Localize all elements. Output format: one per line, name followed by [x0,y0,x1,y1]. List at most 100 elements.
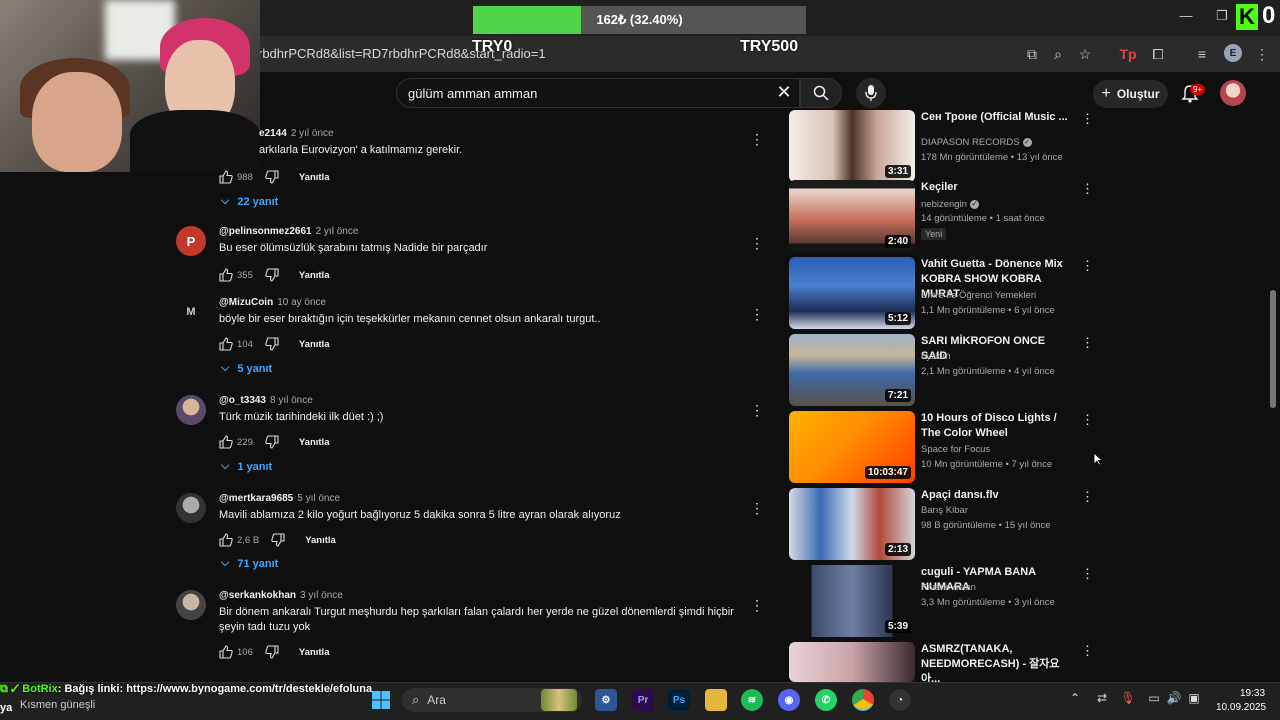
install-app-icon[interactable]: ⧉ [1022,44,1042,64]
microphone-tray-icon[interactable]: 🎙 [1120,691,1136,705]
clock-time[interactable]: 19:33 [1240,688,1265,699]
comment-menu-icon[interactable]: ⋮ [750,132,764,146]
media-control-icon[interactable]: ≡ [1192,44,1212,64]
view-replies-button[interactable]: ⌵ 1 yanıt [221,460,272,473]
extension-tp-icon[interactable]: Tp [1118,44,1138,64]
comment-menu-icon[interactable]: ⋮ [750,403,764,417]
video-thumbnail[interactable]: 3:31 [789,110,915,182]
video-title[interactable]: Apaçi dansı.flv [921,488,1071,503]
channel-name[interactable]: nebizengin [921,199,967,210]
account-avatar[interactable] [1220,80,1246,106]
like-icon[interactable] [219,170,233,184]
video-title[interactable]: 10 Hours of Disco Lights / The Color Whe… [921,411,1071,441]
dislike-icon[interactable] [265,170,279,184]
search-highlight-icon[interactable] [541,689,577,711]
comment-menu-icon[interactable]: ⋮ [750,598,764,612]
voice-search-button[interactable] [856,78,886,108]
battery-icon[interactable]: ▣ [1186,691,1202,705]
channel-name[interactable]: Emre İle Öğrenci Yemekleri [921,290,1036,301]
video-title[interactable]: Keçiler [921,180,1071,195]
zoom-icon[interactable]: ⌕ [1048,44,1068,64]
related-video[interactable]: 2:40 Keçiler nebizengin ✓ 14 görüntüleme … [789,180,1094,252]
chrome-icon[interactable] [852,689,874,711]
file-explorer-icon[interactable] [705,689,727,711]
dislike-icon[interactable] [265,645,279,659]
video-thumbnail[interactable]: 2:40 [789,180,915,252]
tray-app-icon[interactable]: ⇄ [1094,691,1110,705]
view-replies-button[interactable]: ⌵ 5 yanıt [221,362,272,375]
video-thumbnail[interactable]: 7:21 [789,334,915,406]
maximize-icon[interactable]: ❐ [1212,8,1232,24]
comment-menu-icon[interactable]: ⋮ [750,307,764,321]
bookmark-star-icon[interactable]: ☆ [1075,44,1095,64]
volume-icon[interactable]: 🔊 [1166,691,1182,705]
video-menu-icon[interactable]: ⋮ [1081,112,1094,125]
commenter-avatar[interactable]: M [176,297,206,327]
reply-button[interactable]: Yanıtla [299,437,330,448]
dislike-icon[interactable] [265,268,279,282]
related-video[interactable]: 5:12 Vahit Guetta - Dönence Mix KOBRA SH… [789,257,1094,329]
related-video[interactable]: 3:31 Сен Троне (Official Music ... DIAPA… [789,110,1094,182]
related-video[interactable]: 10:03:47 10 Hours of Disco Lights / The … [789,411,1094,483]
photoshop-icon[interactable]: Ps [668,689,690,711]
tray-expand-icon[interactable]: ⌃ [1067,691,1083,705]
commenter-avatar[interactable] [176,395,206,425]
premiere-pro-icon[interactable]: Pr [632,689,654,711]
windows-start-icon[interactable] [371,690,391,710]
comment-author[interactable]: @o_t3343 [219,395,266,406]
like-icon[interactable] [219,337,233,351]
like-icon[interactable] [219,533,233,547]
reply-button[interactable]: Yanıtla [299,172,330,183]
dislike-icon[interactable] [265,337,279,351]
related-video[interactable]: 7:21 SARI MİKROFON ONCE SAID byzkim 2,1 … [789,334,1094,406]
related-video[interactable]: 2:13 Apaçi dansı.flv Barış Kibar 98 B gö… [789,488,1094,560]
related-video[interactable]: ASMRZ(TANAKA, NEEDMORECASH) - 잘자요 아... ⋮ [789,642,1089,682]
create-button[interactable]: + Oluştur [1093,80,1168,108]
comment-author[interactable]: @serkankokhan [219,590,296,601]
like-icon[interactable] [219,435,233,449]
video-thumbnail[interactable]: 5:39 [789,565,915,637]
comment-author[interactable]: @mertkara9685 [219,493,293,504]
video-menu-icon[interactable]: ⋮ [1081,413,1094,426]
commenter-avatar[interactable] [176,590,206,620]
search-query[interactable]: gülüm amman amman [408,86,537,101]
video-thumbnail[interactable]: 10:03:47 [789,411,915,483]
extensions-puzzle-icon[interactable]: ⧠ [1148,44,1168,64]
reply-button[interactable]: Yanıtla [299,647,330,658]
channel-name[interactable]: Kıvanc Aslan [921,582,976,593]
video-thumbnail[interactable]: 2:13 [789,488,915,560]
dislike-icon[interactable] [265,435,279,449]
dislike-icon[interactable] [271,533,285,547]
comment-menu-icon[interactable]: ⋮ [750,501,764,515]
scrollbar-thumb[interactable] [1270,290,1276,408]
comment-menu-icon[interactable]: ⋮ [750,236,764,250]
app-badge-icon[interactable]: ◔ [889,689,911,711]
weather-widget[interactable]: Kısmen güneşli [20,699,95,711]
search-button[interactable] [800,78,842,108]
comment-author[interactable]: @pelinsonmez2661 [219,226,312,237]
view-replies-button[interactable]: ⌵ 71 yanıt [221,557,278,570]
discord-icon[interactable]: ◉ [778,689,800,711]
browser-menu-icon[interactable]: ⋮ [1252,44,1272,64]
video-menu-icon[interactable]: ⋮ [1081,644,1089,657]
spotify-icon[interactable]: ≋ [741,689,763,711]
reply-button[interactable]: Yanıtla [299,339,330,350]
channel-name[interactable]: Barış Kibar [921,505,968,516]
reply-button[interactable]: Yanıtla [299,270,330,281]
video-menu-icon[interactable]: ⋮ [1081,567,1094,580]
network-icon[interactable]: ▭ [1146,691,1162,705]
page-scrollbar[interactable] [1268,76,1278,680]
clear-search-icon[interactable]: ✕ [774,82,794,103]
video-title[interactable]: ASMRZ(TANAKA, NEEDMORECASH) - 잘자요 아... [921,642,1071,682]
video-thumbnail[interactable] [789,642,915,682]
commenter-avatar[interactable] [176,493,206,523]
comment-author[interactable]: e2144 [259,128,287,139]
video-menu-icon[interactable]: ⋮ [1081,490,1094,503]
channel-name[interactable]: DIAPASON RECORDS [921,137,1020,148]
view-replies-button[interactable]: ⌵ 22 yanıt [221,195,278,208]
settings-gear-icon[interactable]: ⚙ [595,689,617,711]
channel-name[interactable]: Space for Focus [921,444,990,455]
whatsapp-icon[interactable]: ✆ [815,689,837,711]
video-menu-icon[interactable]: ⋮ [1081,336,1094,349]
commenter-avatar[interactable]: P [176,226,206,256]
